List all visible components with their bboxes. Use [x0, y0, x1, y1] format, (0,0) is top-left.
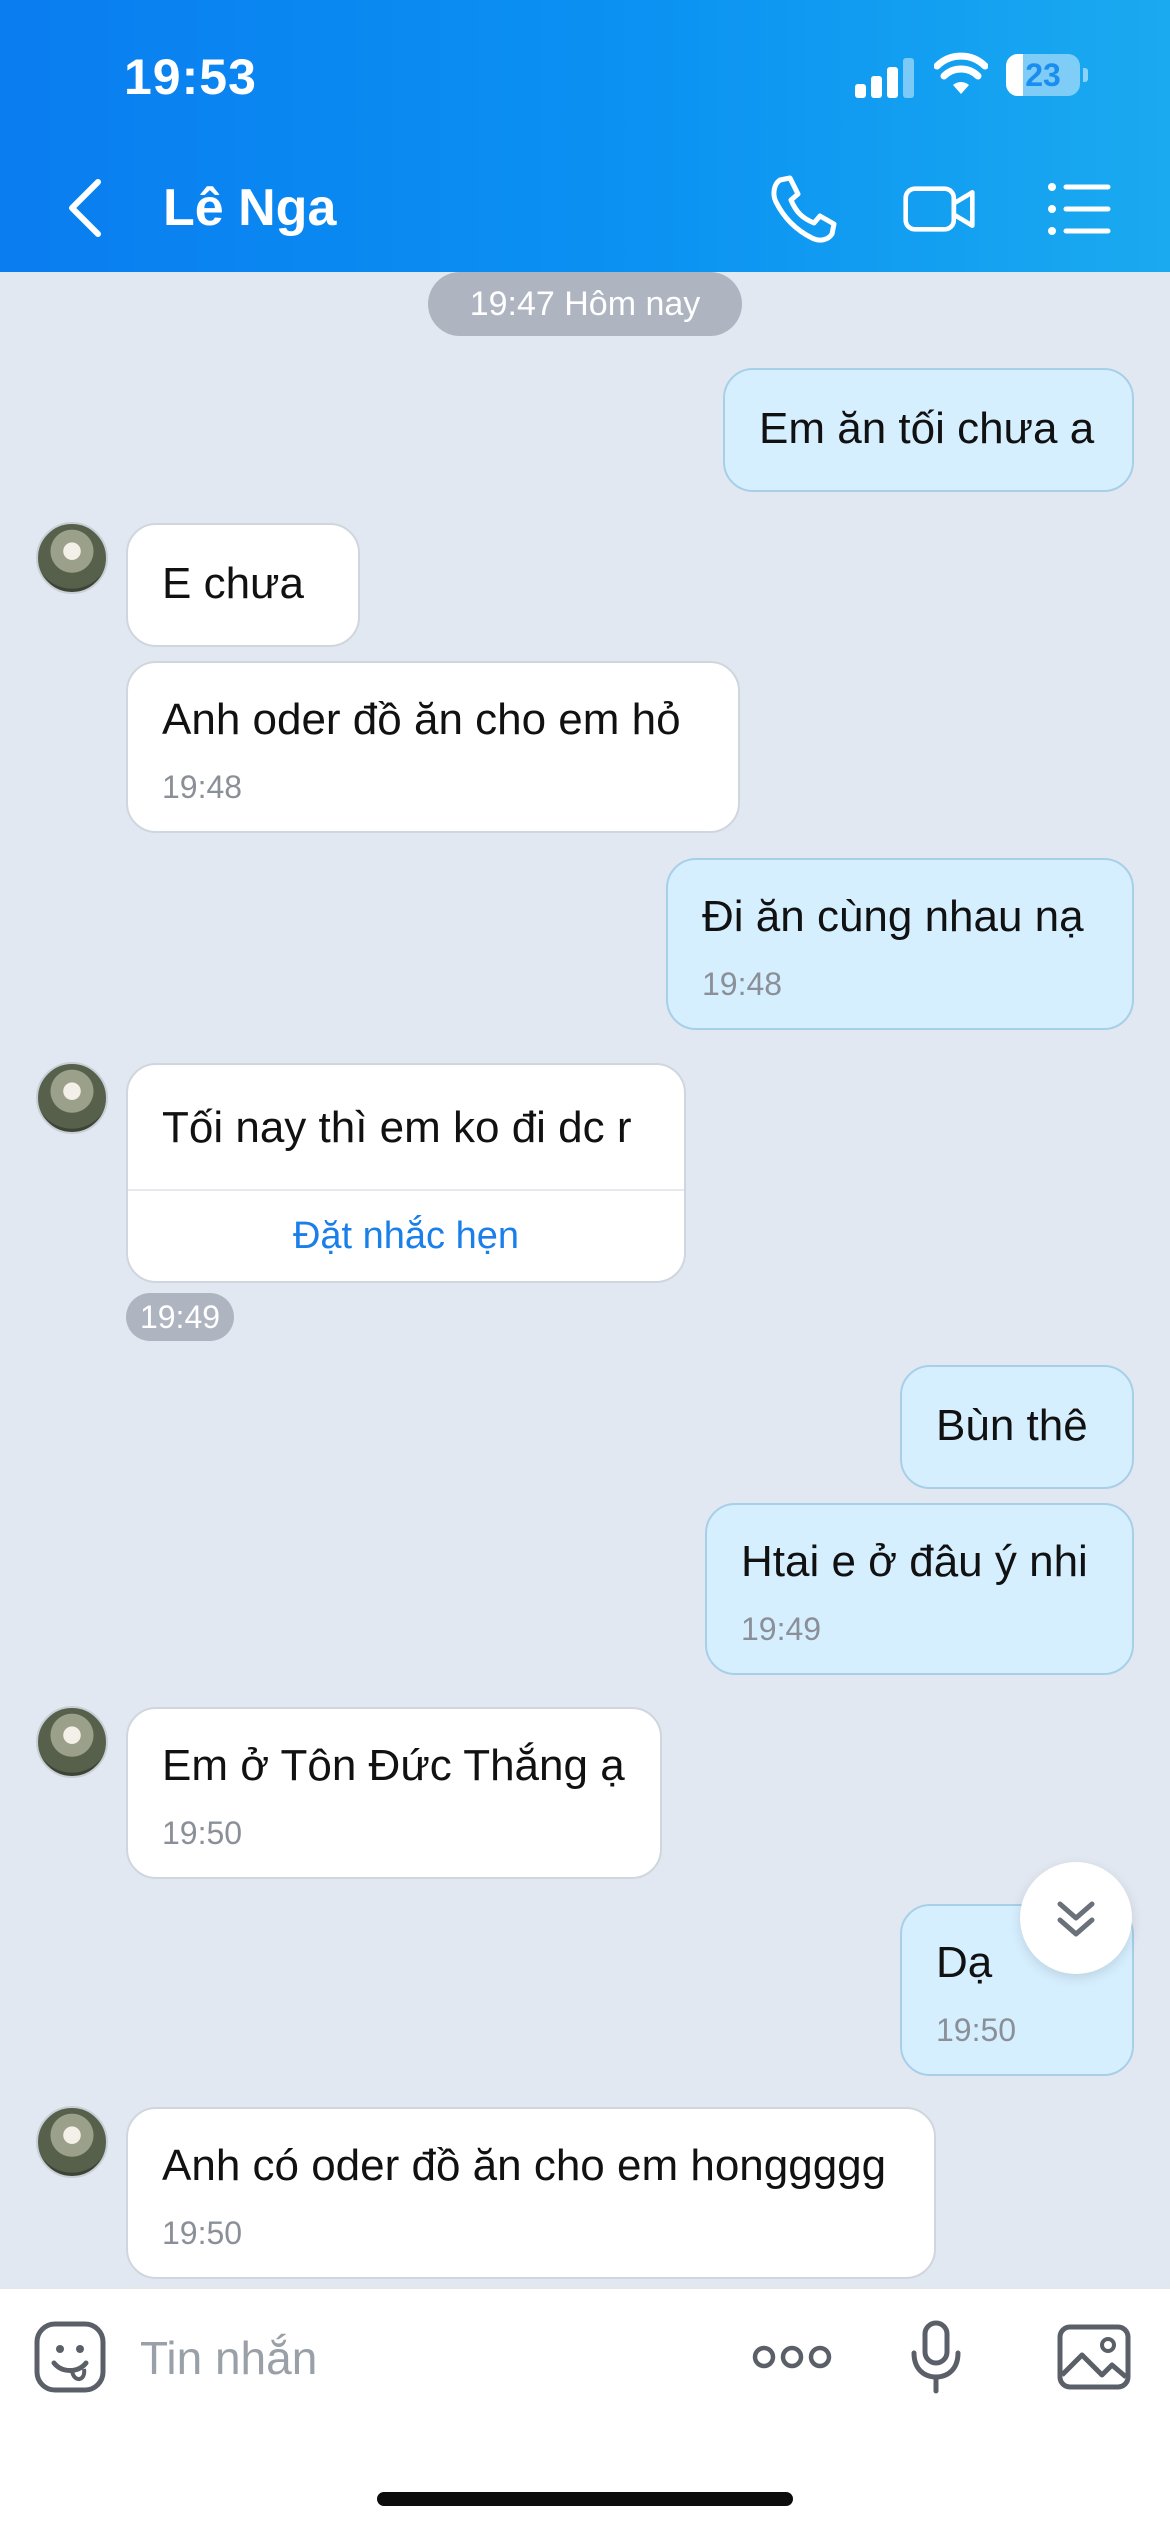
video-call-icon[interactable] — [902, 172, 976, 246]
more-dots-icon[interactable] — [750, 2319, 834, 2395]
double-chevron-down-icon — [1057, 1901, 1095, 1937]
message-time: 19:48 — [162, 769, 243, 805]
date-separator: 19:47 Hôm nay — [428, 272, 742, 336]
message-time: 19:48 — [702, 966, 783, 1002]
phone-icon[interactable] — [766, 172, 840, 246]
sticker-icon[interactable] — [32, 2319, 108, 2395]
microphone-icon[interactable] — [898, 2319, 974, 2395]
wifi-icon — [934, 52, 988, 94]
message-text: Em ở Tôn Đức Thắng ạ — [162, 1741, 625, 1790]
message-time: 19:49 — [126, 1293, 234, 1341]
incoming-message[interactable]: Anh có oder đồ ăn cho em honggggg 19:50 — [126, 2107, 936, 2279]
contact-avatar[interactable] — [36, 1706, 108, 1778]
message-text: E chưa — [162, 559, 304, 608]
message-time: 19:49 — [741, 1611, 822, 1647]
message-input[interactable]: Tin nhắn — [140, 2331, 317, 2385]
scroll-to-bottom-button[interactable] — [1020, 1862, 1132, 1974]
message-text: Htai e ở đâu ý nhi — [741, 1537, 1088, 1586]
message-text: Tối nay thì em ko đi dc r — [162, 1103, 632, 1152]
set-reminder-button[interactable]: Đặt nhắc hẹn — [128, 1215, 684, 1258]
back-icon[interactable] — [60, 176, 110, 240]
message-text: Anh có oder đồ ăn cho em honggggg — [162, 2141, 887, 2190]
outgoing-message[interactable]: Bùn thê — [900, 1365, 1134, 1489]
battery-level: 23 — [1025, 57, 1061, 93]
message-time: 19:50 — [162, 1815, 243, 1851]
message-text: Em ăn tối chưa a — [759, 404, 1095, 453]
incoming-message[interactable]: Anh oder đồ ăn cho em hỏ 19:48 — [126, 661, 740, 833]
contact-avatar[interactable] — [36, 2106, 108, 2178]
message-time: 19:50 — [162, 2215, 243, 2251]
contact-avatar[interactable] — [36, 522, 108, 594]
outgoing-message[interactable]: Htai e ở đâu ý nhi 19:49 — [705, 1503, 1134, 1675]
status-time: 19:53 — [124, 49, 257, 105]
incoming-message[interactable]: Em ở Tôn Đức Thắng ạ 19:50 — [126, 1707, 662, 1879]
message-text: Đi ăn cùng nhau nạ — [702, 892, 1084, 941]
incoming-message[interactable]: Tối nay thì em ko đi dc r Đặt nhắc hẹn — [126, 1063, 686, 1283]
outgoing-message[interactable]: Đi ăn cùng nhau nạ 19:48 — [666, 858, 1134, 1030]
contact-avatar[interactable] — [36, 1062, 108, 1134]
message-text: Anh oder đồ ăn cho em hỏ — [162, 695, 681, 744]
message-text: Bùn thê — [936, 1401, 1088, 1450]
battery-icon: 23 — [1006, 54, 1088, 96]
chat-header: 19:53 23 Lê Nga — [0, 0, 1170, 272]
image-icon[interactable] — [1056, 2319, 1132, 2395]
outgoing-message[interactable]: Em ăn tối chưa a — [723, 368, 1134, 492]
bubble-divider — [128, 1189, 684, 1191]
menu-list-icon[interactable] — [1042, 172, 1116, 246]
home-indicator[interactable] — [377, 2492, 793, 2506]
cellular-signal-icon — [855, 56, 915, 98]
message-time: 19:50 — [936, 2012, 1017, 2048]
incoming-message[interactable]: E chưa — [126, 523, 360, 647]
contact-name[interactable]: Lê Nga — [163, 178, 336, 238]
message-text: Dạ — [936, 1938, 993, 1987]
message-list[interactable]: 19:47 Hôm nay Em ăn tối chưa a E chưa An… — [0, 272, 1170, 2287]
